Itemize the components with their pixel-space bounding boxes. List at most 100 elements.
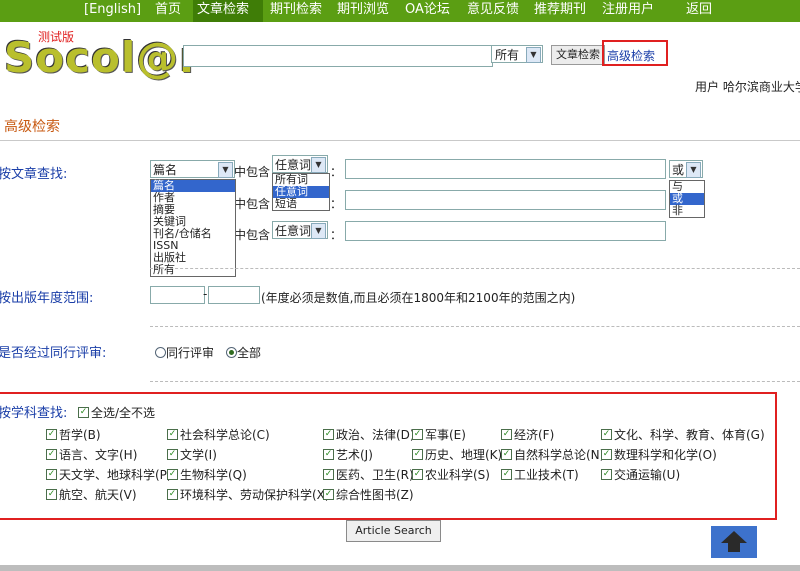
article-search-submit-button[interactable]: Article Search: [346, 520, 441, 542]
radio-selected-icon: [226, 347, 237, 358]
subject-checkbox[interactable]: ✓ 社会科学总论(C): [167, 426, 270, 443]
checkbox-checked-icon: ✓: [501, 469, 512, 480]
mode-select-3-value: 任意词: [275, 224, 312, 238]
quick-search-input[interactable]: [183, 45, 493, 67]
subject-checkbox[interactable]: ✓ 经济(F): [501, 426, 554, 443]
subject-checkbox[interactable]: ✓ 医药、卫生(R): [323, 466, 414, 483]
subject-checkbox[interactable]: ✓ 交通运输(U): [601, 466, 680, 483]
checkbox-checked-icon: ✓: [601, 469, 612, 480]
site-logo[interactable]: Socol@r: [4, 36, 201, 80]
field-select-1[interactable]: 篇名 ▼: [150, 160, 235, 178]
nav-journal-search[interactable]: 期刊检索: [270, 0, 322, 22]
nav-register[interactable]: 注册用户: [602, 0, 654, 22]
subject-label: 医药、卫生(R): [336, 468, 414, 482]
bool-option[interactable]: 非: [670, 205, 704, 217]
subject-label: 政治、法律(D): [336, 428, 415, 442]
colon-1: ：: [330, 165, 343, 179]
checkbox-checked-icon: ✓: [167, 469, 178, 480]
subject-checkbox[interactable]: ✓ 艺术(J): [323, 446, 373, 463]
scope-select[interactable]: 所有 ▼: [491, 45, 543, 63]
user-info: 用户 哈尔滨商业大学: [695, 80, 800, 94]
divider: [150, 268, 800, 269]
nav-back[interactable]: 返回: [686, 0, 712, 22]
keyword-input-1[interactable]: [345, 159, 666, 179]
bool-dropdown-list: 与 或 非: [669, 180, 705, 218]
subject-label: 航空、航天(V): [59, 488, 137, 502]
subject-label: 工业技术(T): [514, 468, 579, 482]
nav-article-search-label: 文章检索: [197, 2, 250, 17]
checkbox-checked-icon: ✓: [601, 429, 612, 440]
checkbox-checked-icon: ✓: [167, 489, 178, 500]
subject-label: 数理科学和化学(O): [614, 448, 717, 462]
checkbox-checked-icon: ✓: [323, 449, 334, 460]
chevron-down-icon: ▼: [686, 162, 701, 178]
checkbox-checked-icon: ✓: [323, 469, 334, 480]
peer-review-option[interactable]: 同行评审: [155, 344, 214, 361]
subject-checkbox[interactable]: ✓ 政治、法律(D): [323, 426, 415, 443]
checkbox-checked-icon: ✓: [46, 489, 57, 500]
checkbox-checked-icon: ✓: [412, 469, 423, 480]
mode-select-3[interactable]: 任意词 ▼: [272, 221, 328, 239]
nav-oa-forum[interactable]: OA论坛: [405, 0, 450, 22]
subject-checkbox[interactable]: ✓ 哲学(B): [46, 426, 101, 443]
subject-label: 农业科学(S): [425, 468, 490, 482]
checkbox-checked-icon: ✓: [501, 429, 512, 440]
subject-checkbox[interactable]: ✓ 数理科学和化学(O): [601, 446, 717, 463]
checkbox-checked-icon: ✓: [412, 429, 423, 440]
subject-checkbox[interactable]: ✓ 军事(E): [412, 426, 466, 443]
divider: [150, 381, 800, 382]
subject-checkbox[interactable]: ✓ 工业技术(T): [501, 466, 579, 483]
subject-checkbox[interactable]: ✓ 语言、文字(H): [46, 446, 137, 463]
footer-bar: [0, 565, 800, 571]
nav-feedback[interactable]: 意见反馈: [467, 0, 519, 22]
advanced-search-link[interactable]: 高级检索: [607, 47, 655, 64]
nav-journal-browse[interactable]: 期刊浏览: [337, 0, 389, 22]
subject-checkbox[interactable]: ✓ 文学(I): [167, 446, 217, 463]
subject-label: 自然科学总论(N): [514, 448, 605, 462]
subject-checkbox[interactable]: ✓ 综合性图书(Z): [323, 486, 414, 503]
divider: [150, 326, 800, 327]
year-to-input[interactable]: [208, 286, 260, 304]
by-subject-label: 按学科查找:: [0, 406, 68, 421]
top-nav: [English] 首页 文章检索 期刊检索 期刊浏览 OA论坛 意见反馈 推荐…: [0, 0, 800, 22]
subject-checkbox[interactable]: ✓ 环境科学、劳动保护科学(X): [167, 486, 330, 503]
subject-label: 交通运输(U): [614, 468, 681, 482]
year-from-input[interactable]: [150, 286, 205, 304]
checkbox-checked-icon: ✓: [501, 449, 512, 460]
checkbox-checked-icon: ✓: [46, 449, 57, 460]
field-select-1-value: 篇名: [153, 163, 178, 177]
mode-dropdown-list: 所有词 任意词 短语: [272, 173, 330, 211]
field-dropdown-list: 篇名 作者 摘要 关键词 刊名/仓储名 ISSN 出版社 所有: [150, 179, 236, 277]
mode-option[interactable]: 短语: [273, 198, 329, 210]
colon-2: ：: [330, 197, 343, 211]
contains-label-2: 中包含: [234, 197, 271, 211]
article-search-button[interactable]: 文章检索: [551, 45, 605, 65]
nav-recommend[interactable]: 推荐期刊: [534, 0, 586, 22]
checkbox-checked-icon: ✓: [46, 429, 57, 440]
subject-checkbox[interactable]: ✓ 自然科学总论(N): [501, 446, 604, 463]
bool-select-1[interactable]: 或 ▼: [669, 160, 703, 178]
subject-checkbox[interactable]: ✓ 天文学、地球科学(P): [46, 466, 172, 483]
by-article-label: 按文章查找:: [0, 167, 68, 182]
nav-article-search[interactable]: 文章检索: [193, 0, 263, 22]
mode-select-1[interactable]: 任意词 ▼: [272, 155, 328, 173]
year-hint: (年度必须是数值,而且必须在1800年和2100年的范围之内): [261, 291, 576, 305]
checkbox-checked-icon: ✓: [323, 489, 334, 500]
all-option[interactable]: 全部: [226, 344, 261, 361]
chevron-down-icon: ▼: [311, 223, 326, 239]
subject-label: 社会科学总论(C): [180, 428, 270, 442]
subject-label: 经济(F): [514, 428, 555, 442]
keyword-input-3[interactable]: [345, 221, 666, 241]
subject-checkbox[interactable]: ✓ 历史、地理(K): [412, 446, 502, 463]
nav-english[interactable]: [English]: [84, 0, 141, 22]
subject-checkbox[interactable]: ✓ 文化、科学、教育、体育(G): [601, 426, 765, 443]
subject-label: 语言、文字(H): [59, 448, 138, 462]
nav-home[interactable]: 首页: [155, 0, 181, 22]
subject-checkbox[interactable]: ✓ 生物科学(Q): [167, 466, 247, 483]
field-option[interactable]: 所有: [151, 264, 235, 276]
subject-checkbox[interactable]: ✓ 农业科学(S): [412, 466, 490, 483]
select-all-checkbox[interactable]: ✓ 全选/全不选: [78, 404, 155, 421]
subject-checkbox[interactable]: ✓ 航空、航天(V): [46, 486, 137, 503]
keyword-input-2[interactable]: [345, 190, 666, 210]
back-to-top-button[interactable]: [711, 526, 757, 558]
